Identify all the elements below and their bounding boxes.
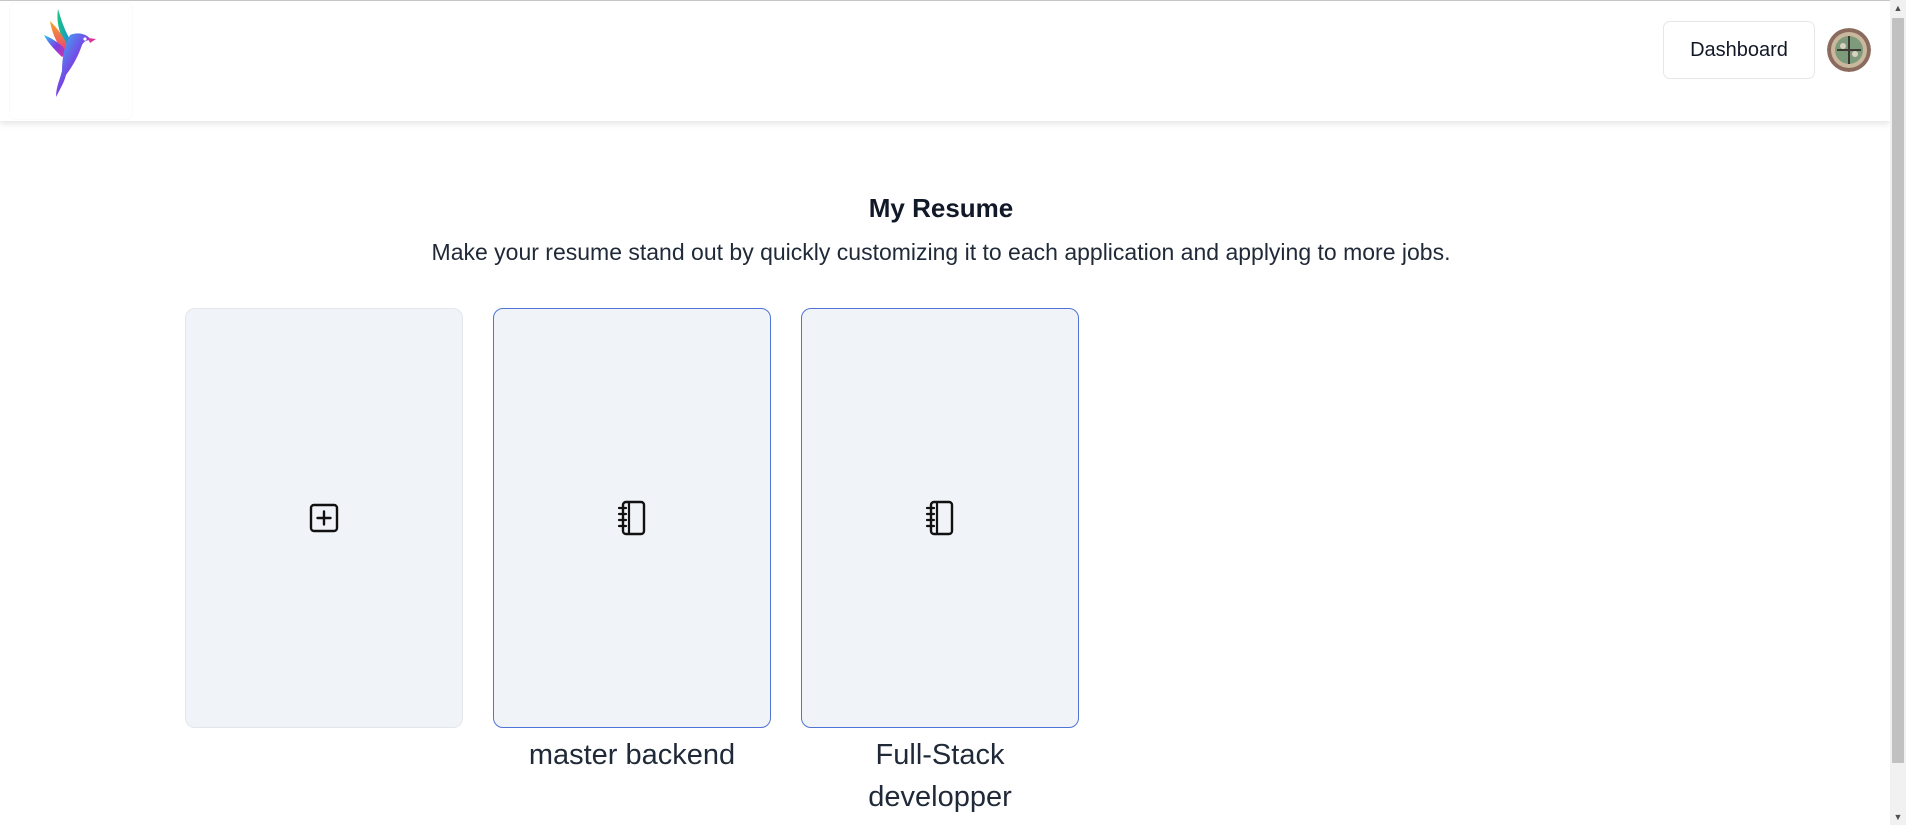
user-avatar[interactable] <box>1827 28 1871 72</box>
avatar-icon <box>1827 28 1871 72</box>
create-resume-card[interactable] <box>185 308 463 728</box>
notebook-icon <box>617 500 646 536</box>
scrollbar-thumb[interactable] <box>1892 18 1904 763</box>
resume-card-label[interactable]: master backend <box>493 734 771 776</box>
plus-square-icon <box>309 503 339 533</box>
resume-card-full-stack[interactable] <box>801 308 1079 728</box>
dashboard-button[interactable]: Dashboard <box>1663 21 1815 79</box>
app-logo[interactable] <box>10 3 132 119</box>
page-title: My Resume <box>868 193 1014 224</box>
scroll-down-arrow-icon[interactable]: ▼ <box>1890 809 1906 825</box>
bird-logo-icon <box>44 9 96 97</box>
scroll-up-arrow-icon[interactable]: ▲ <box>1890 0 1906 16</box>
app-window: Dashboard My Resume Make your resume sta… <box>0 0 1906 825</box>
resume-card-label[interactable]: Full-Stack developper <box>801 734 1079 818</box>
page-subtitle: Make your resume stand out by quickly cu… <box>431 239 1451 265</box>
notebook-icon <box>925 500 954 536</box>
resume-card-master-backend[interactable] <box>493 308 771 728</box>
top-header: Dashboard <box>0 1 1890 121</box>
